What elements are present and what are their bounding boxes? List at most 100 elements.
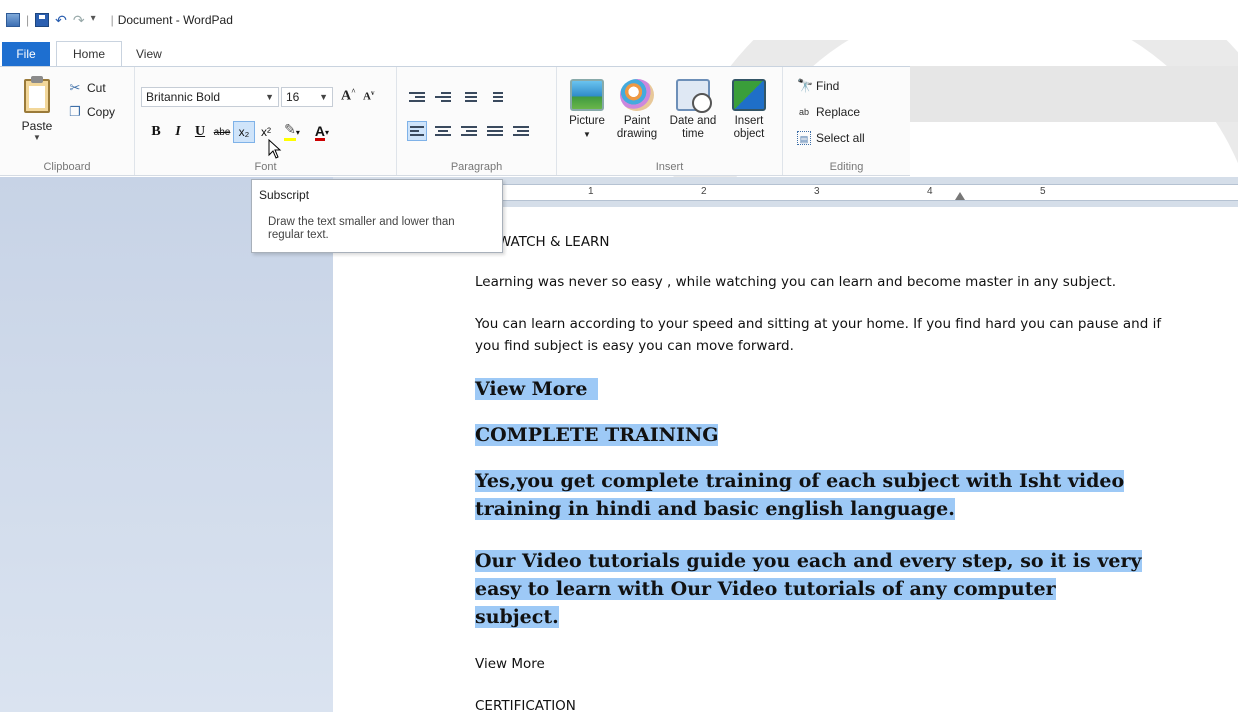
editing-group: 🔭 Find ab Replace ▤ Select all Editing <box>783 67 910 175</box>
title-bar: | ↶ ↷ ▾ | Document - WordPad <box>0 0 1238 40</box>
chevron-down-icon: ▾ <box>295 127 300 137</box>
insert-group-label: Insert <box>655 161 684 173</box>
wordpad-app-icon[interactable] <box>6 13 20 27</box>
paint-drawing-button[interactable]: Paint drawing <box>611 79 663 141</box>
copy-label: Copy <box>87 105 116 119</box>
save-icon[interactable] <box>35 13 50 27</box>
overlay-grey-box <box>910 66 1238 122</box>
date-time-label: Date and time <box>669 115 717 140</box>
picture-icon <box>570 79 604 111</box>
undo-icon[interactable]: ↶ <box>55 13 67 27</box>
tab-file[interactable]: File <box>2 42 50 66</box>
doc-selected-line: View More <box>475 375 598 403</box>
qa-separator: | <box>26 13 30 27</box>
line-spacing-icon[interactable] <box>485 87 505 107</box>
decrease-indent-icon[interactable] <box>407 87 427 107</box>
insert-object-label: Insert object <box>733 115 765 140</box>
subscript-tooltip: Subscript Draw the text smaller and lowe… <box>251 179 503 253</box>
ribbon-tabs: File Home View <box>0 41 176 66</box>
ruler-number-3: 3 <box>814 186 820 197</box>
sel-training-line-2: training in hindi and basic english lang… <box>475 498 955 520</box>
replace-icon: ab <box>798 107 809 117</box>
redo-icon[interactable]: ↷ <box>73 13 85 27</box>
paragraph-settings-icon[interactable] <box>511 121 531 141</box>
chevron-down-icon: ▾ <box>325 127 330 137</box>
replace-button[interactable]: ab Replace <box>797 105 860 119</box>
chevron-down-icon: ▼ <box>265 92 274 102</box>
paragraph-row-2 <box>407 121 531 141</box>
calendar-clock-icon <box>676 79 712 113</box>
strikethrough-button[interactable]: abe <box>211 121 233 143</box>
ruler-number-4: 4 <box>927 186 933 197</box>
paste-button[interactable]: Paste ▼ <box>16 76 58 142</box>
font-family-select[interactable]: Britannic Bold ▼ <box>141 87 279 107</box>
copy-icon: ❐ <box>69 104 81 119</box>
ribbon: Paste ▼ ✂ Cut ❐ Copy Clipboard Britannic… <box>0 66 910 176</box>
ruler-number-2: 2 <box>701 186 707 197</box>
underline-button[interactable]: U <box>189 121 211 143</box>
ruler-number-5: 5 <box>1040 186 1046 197</box>
insert-picture-button[interactable]: Picture ▼ <box>561 79 613 141</box>
clipboard-group: Paste ▼ ✂ Cut ❐ Copy Clipboard <box>0 67 135 175</box>
select-all-icon: ▤ <box>797 131 811 145</box>
tab-view[interactable]: View <box>122 42 176 66</box>
subscript-button[interactable]: x₂ <box>233 121 255 143</box>
doc-selected-line: subject. <box>475 603 559 631</box>
quick-access-toolbar: | ↶ ↷ ▾ | <box>0 0 114 40</box>
increase-indent-icon[interactable] <box>433 87 453 107</box>
select-all-button[interactable]: ▤ Select all <box>797 131 865 145</box>
date-time-button[interactable]: Date and time <box>667 79 719 141</box>
page-margin-area <box>0 177 333 712</box>
customize-qa-dropdown-icon[interactable]: ▾ <box>91 13 105 27</box>
insert-object-button[interactable]: Insert object <box>723 79 775 141</box>
binoculars-icon: 🔭 <box>797 78 814 93</box>
highlighter-icon: ✎ <box>284 123 296 141</box>
sel-tutorials-line-3: subject. <box>475 606 559 628</box>
insert-group: Picture ▼ Paint drawing Date and time In… <box>557 67 783 175</box>
ruler-number-1: 1 <box>588 186 594 197</box>
font-size-value: 16 <box>286 90 300 104</box>
paste-dropdown-icon[interactable]: ▼ <box>16 133 58 142</box>
document-page[interactable]: Y, WATCH & LEARN Learning was never so e… <box>333 207 1238 712</box>
doc-view-more: View More <box>475 656 545 672</box>
grow-font-button[interactable]: A^ <box>341 87 356 105</box>
justify-icon[interactable] <box>485 121 505 141</box>
doc-selected-line: easy to learn with Our Video tutorials o… <box>475 575 1056 603</box>
cut-button[interactable]: ✂ Cut <box>68 80 106 96</box>
shrink-font-button[interactable]: Av <box>363 89 374 103</box>
font-group-label: Font <box>254 161 277 173</box>
copy-button[interactable]: ❐ Copy <box>68 104 116 120</box>
shrink-font-label: A <box>363 90 371 103</box>
align-right-icon[interactable] <box>459 121 479 141</box>
chevron-down-icon: ▼ <box>583 130 591 139</box>
object-icon <box>732 79 766 111</box>
align-left-icon[interactable] <box>407 121 427 141</box>
text-color-button[interactable]: A ▾ <box>307 121 337 143</box>
tab-home[interactable]: Home <box>56 41 123 66</box>
chevron-down-icon: ▼ <box>319 92 328 102</box>
palette-icon <box>620 79 654 111</box>
italic-button[interactable]: I <box>167 121 189 143</box>
font-size-select[interactable]: 16 ▼ <box>281 87 333 107</box>
paragraph-group: Paragraph <box>397 67 557 175</box>
clipboard-group-label: Clipboard <box>43 161 91 173</box>
sel-tutorials-line-1: Our Video tutorials guide you each and e… <box>475 550 1142 572</box>
align-center-icon[interactable] <box>433 121 453 141</box>
right-indent-marker[interactable] <box>955 192 965 200</box>
paste-label: Paste <box>21 119 53 133</box>
bullets-icon[interactable] <box>459 87 479 107</box>
picture-label: Picture <box>569 115 605 127</box>
sel-training-line-1: Yes,you get complete training of each su… <box>475 470 1125 492</box>
paragraph-group-label: Paragraph <box>450 161 503 173</box>
text-color-icon: A <box>314 122 326 141</box>
doc-selected-line: Our Video tutorials guide you each and e… <box>475 547 1142 575</box>
bold-button[interactable]: B <box>145 121 167 143</box>
tooltip-body: Draw the text smaller and lower than reg… <box>268 216 455 241</box>
doc-selected-line: training in hindi and basic english lang… <box>475 495 955 523</box>
window-title: Document - WordPad <box>117 13 233 27</box>
find-button[interactable]: 🔭 Find <box>797 78 839 94</box>
editing-group-label: Editing <box>829 161 864 173</box>
title-separator: | <box>110 13 114 27</box>
scissors-icon: ✂ <box>69 80 81 95</box>
mouse-cursor-icon <box>268 139 282 159</box>
